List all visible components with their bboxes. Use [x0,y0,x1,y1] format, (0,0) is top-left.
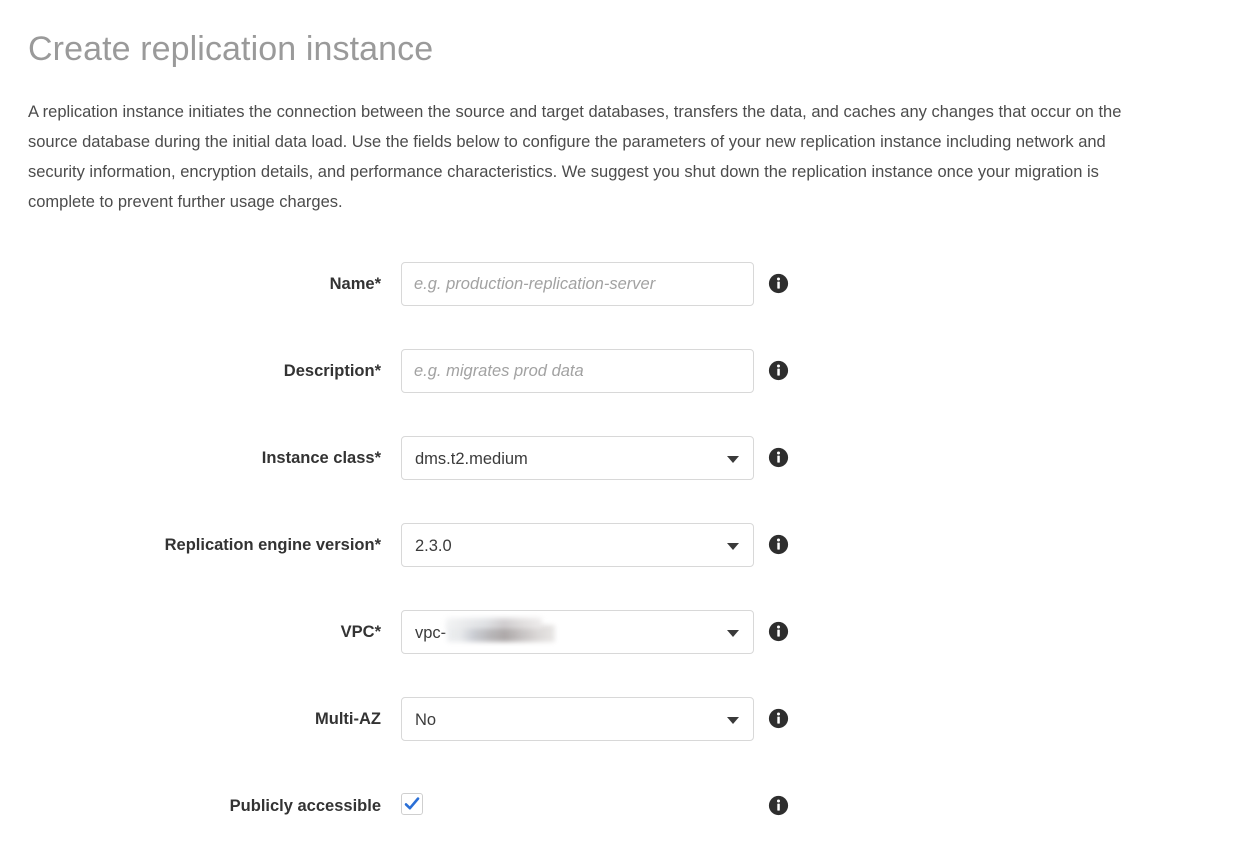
field-row-name: Name* [0,262,1248,306]
multi-az-select[interactable]: No [401,697,754,741]
field-row-publicly-accessible: Publicly accessible [0,784,1248,824]
info-icon[interactable] [768,534,789,555]
vpc-select[interactable]: vpc- [401,610,754,654]
multi-az-value: No [415,698,713,742]
name-input[interactable] [401,262,754,306]
info-icon[interactable] [768,447,789,468]
description-input[interactable] [401,349,754,393]
field-row-replication-engine-version: Replication engine version* 2.3.0 [0,523,1248,567]
info-icon[interactable] [768,360,789,381]
required-marker: * [375,275,381,293]
label-description: Description* [0,349,381,393]
intro-paragraph: A replication instance initiates the con… [28,97,1128,217]
required-marker: * [375,362,381,380]
required-marker: * [375,623,381,641]
check-icon [404,796,420,812]
control-description [401,349,754,393]
required-marker: * [375,449,381,467]
replication-instance-form: Name* Description* Instance class* dms [0,262,1248,824]
control-multi-az: No [401,697,754,741]
field-row-vpc: VPC* vpc- [0,610,1248,654]
replication-engine-version-value: 2.3.0 [415,524,713,568]
required-marker: * [375,536,381,554]
chevron-down-icon [727,543,739,550]
redacted-block-upper [446,618,542,629]
control-name [401,262,754,306]
control-replication-engine-version: 2.3.0 [401,523,754,567]
field-row-multi-az: Multi-AZ No [0,697,1248,741]
label-vpc: VPC* [0,610,381,654]
instance-class-select[interactable]: dms.t2.medium [401,436,754,480]
field-row-description: Description* [0,349,1248,393]
replication-engine-version-select[interactable]: 2.3.0 [401,523,754,567]
vpc-value-text: vpc- [415,611,446,655]
label-instance-class: Instance class* [0,436,381,480]
control-vpc: vpc- [401,610,754,654]
field-row-instance-class: Instance class* dms.t2.medium [0,436,1248,480]
chevron-down-icon [727,717,739,724]
page-title: Create replication instance [28,27,433,71]
label-publicly-accessible: Publicly accessible [0,784,381,828]
label-multi-az: Multi-AZ [0,697,381,741]
info-icon[interactable] [768,708,789,729]
chevron-down-icon [727,456,739,463]
label-name: Name* [0,262,381,306]
publicly-accessible-checkbox[interactable] [401,793,423,815]
info-icon[interactable] [768,621,789,642]
control-instance-class: dms.t2.medium [401,436,754,480]
info-icon[interactable] [768,795,789,816]
create-replication-instance-page: Create replication instance A replicatio… [0,0,1248,862]
control-publicly-accessible [401,784,754,828]
instance-class-value: dms.t2.medium [415,437,713,481]
label-replication-engine-version: Replication engine version* [0,523,381,567]
chevron-down-icon [727,630,739,637]
info-icon[interactable] [768,273,789,294]
